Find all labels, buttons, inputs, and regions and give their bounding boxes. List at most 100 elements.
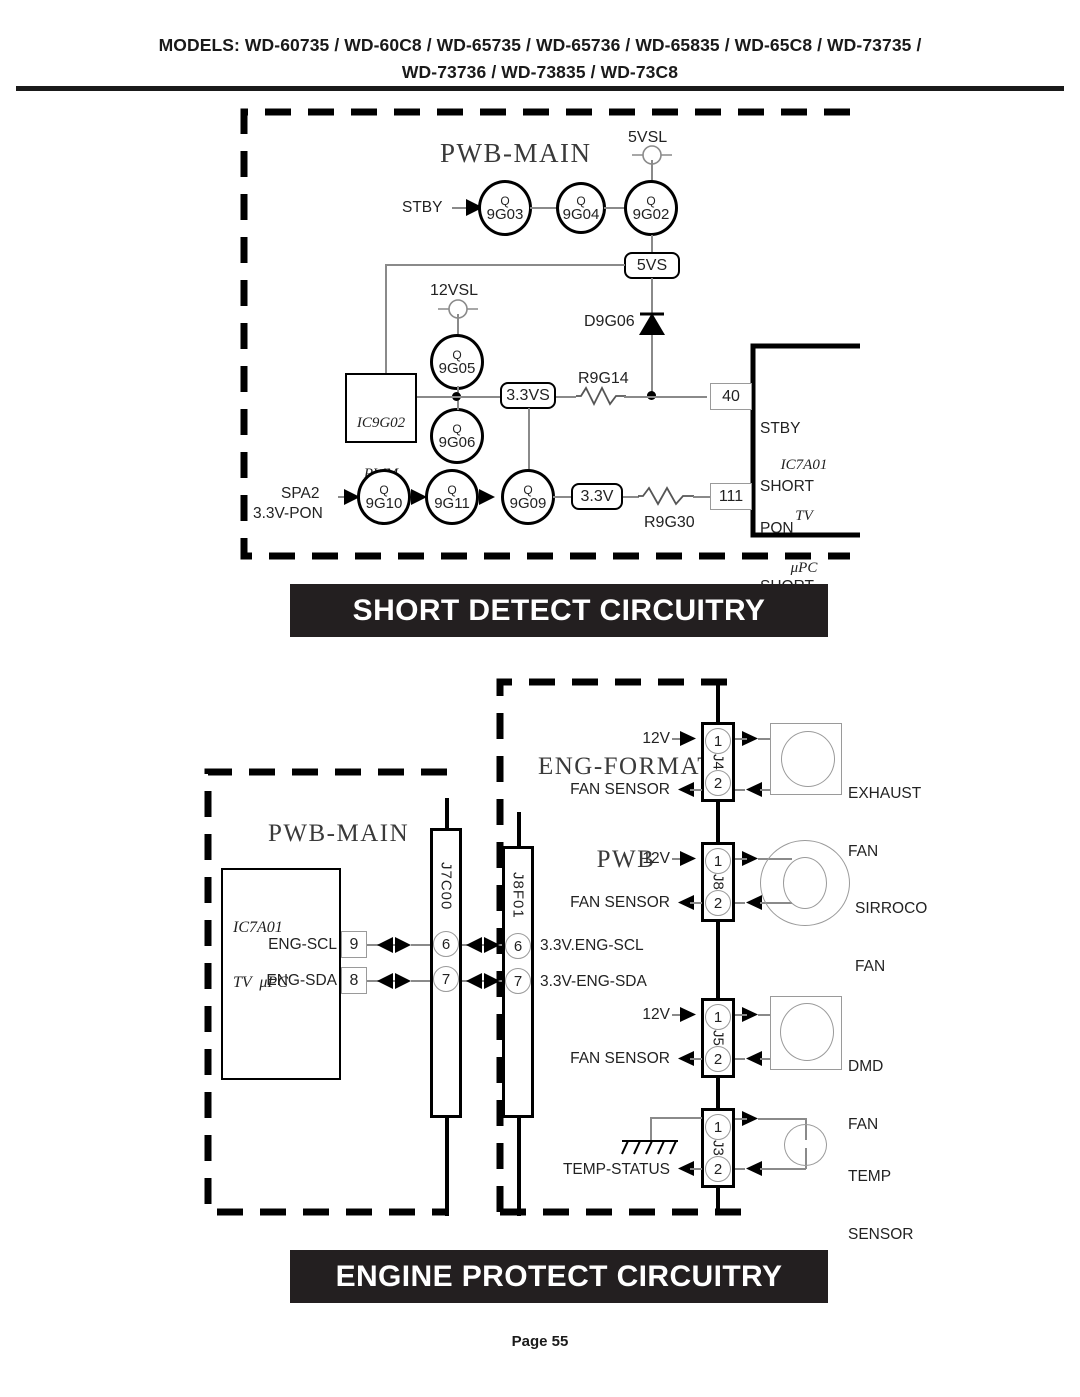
label-12v-j4: 12V: [642, 730, 670, 747]
connector-j8-pin-7-number: 7: [513, 972, 523, 990]
net-label-5vs: 5VS: [624, 252, 680, 279]
connector-j7-pin-6-number: 6: [441, 935, 451, 953]
transistor-ref: 9G05: [438, 359, 476, 377]
wire-dmd-sense: [735, 1058, 745, 1060]
transistor-q9g09: Q 9G09: [501, 469, 555, 525]
page-number: Page 55: [511, 1333, 569, 1350]
sirroco-fan-line2: FAN: [855, 957, 886, 975]
transistor-q9g04: Q 9G04: [556, 182, 606, 234]
connector-j7c00-name: J7C00: [437, 831, 455, 927]
wire-node-to-pin40: [651, 396, 707, 398]
wire-r9g30-to-pin111: [693, 496, 711, 498]
wire-j4-pwr-to-fan: [758, 738, 770, 740]
transistor-ref: 9G10: [365, 494, 403, 512]
connector-j8fan-pin-2-number: 2: [713, 894, 723, 912]
label-fan-sensor-j4: FAN SENSOR: [570, 781, 670, 798]
connector-j8fan-pin-2: 2: [705, 890, 731, 916]
input-pon-label: 3.3V-PON: [253, 505, 323, 522]
arrow-12v-j4-icon: [680, 731, 696, 746]
wire-eng-scl-b: [411, 944, 431, 946]
resistor-r9g14-icon: [576, 385, 626, 407]
transistor-ref: 9G04: [562, 205, 600, 223]
bus-device-column-top: [716, 682, 720, 722]
connector-j3-text: J3: [709, 1140, 727, 1156]
transistor-type: Q: [576, 193, 586, 208]
exhaust-fan-rotor-icon: [781, 731, 835, 787]
transistor-ref: 9G09: [509, 494, 547, 512]
arrow-12v-j5-icon: [680, 1007, 696, 1022]
bus-j8f01-top: [517, 812, 521, 846]
transistor-ref: 9G11: [434, 494, 470, 512]
ic-pin-eng-sda: 8: [341, 967, 367, 994]
connector-j8fan-pin-1-number: 1: [713, 852, 723, 870]
connector-j5-text: J5: [709, 1030, 727, 1046]
models-line-2: WD-73736 / WD-73835 / WD-73C8: [401, 62, 679, 83]
connector-j8f01-text: J8F01: [509, 871, 527, 919]
bidir-arrow-j7-j8-scl-icon: [466, 937, 500, 953]
wire-j3-pwr: [735, 1118, 747, 1120]
ic-pin-111: 111: [710, 483, 752, 510]
temp-sensor-line1: TEMP: [848, 1167, 892, 1185]
resistor-r9g30-icon: [638, 486, 694, 506]
ic-pin-eng-scl: 9: [341, 931, 367, 958]
input-spa2-label: SPA2: [281, 485, 320, 502]
wire-5vs-left-run: [385, 264, 625, 266]
label-temp-status: TEMP-STATUS: [562, 1161, 670, 1178]
connector-j3: 1 J3 2: [701, 1108, 735, 1188]
bus-device-column-3: [716, 1078, 720, 1108]
connector-j4-text: J4: [709, 754, 727, 770]
net-label-33v: 3.3V: [571, 483, 623, 510]
bus-device-column-1: [716, 800, 720, 842]
connector-j3-name: J3: [709, 1140, 727, 1156]
connector-j8f01: J8F01 6 7: [502, 846, 534, 1118]
bus-j7-top: [445, 798, 449, 828]
wire-fan-sensor-j4: [690, 789, 702, 791]
wire-q9g03-q9g04: [530, 207, 558, 209]
wire-j4-to-exhaust: [735, 738, 747, 740]
ic7a01-engine-text: IC7A01 TV μPC: [233, 882, 343, 1029]
wire-j8fan-pwr: [735, 858, 747, 860]
transistor-type: Q: [646, 193, 656, 208]
connector-j8-pin-6: 6: [505, 933, 531, 959]
wire-fan-sensor-j5: [690, 1058, 702, 1060]
wire-temp-sense: [735, 1168, 745, 1170]
label-12v-j5: 12V: [642, 1006, 670, 1023]
wire-node-to-33vs: [457, 396, 502, 398]
connector-j8fan-text: J8: [709, 874, 727, 890]
transistor-q9g03: Q 9G03: [478, 180, 532, 236]
connector-j3-pin-2: 2: [705, 1156, 731, 1182]
dmd-fan-rotor-icon: [780, 1003, 834, 1061]
ic7a01-ref: IC7A01: [780, 456, 828, 473]
wire-fan-sensor-j8fan: [690, 902, 702, 904]
connector-j7c00-text: J7C00: [437, 861, 455, 911]
wire-33vs-to-r9g14: [556, 396, 576, 398]
transistor-type: Q: [500, 193, 510, 208]
temp-sensor-line2: SENSOR: [848, 1225, 914, 1243]
transistor-type: Q: [523, 482, 533, 497]
connector-j4: 1 J4 2: [701, 722, 735, 802]
sirroco-fan-line1: SIRROCO: [855, 899, 928, 917]
bidir-arrow-eng-sda-a-icon: [377, 973, 411, 989]
eng-format-title-line1: ENG-FORMAT: [537, 752, 715, 780]
net-33vs-text: 3.3VS: [506, 386, 550, 404]
connector-j7-pin-6: 6: [433, 931, 459, 957]
transistor-ref: 9G06: [438, 433, 476, 451]
ic-pin-40-number: 40: [722, 387, 740, 405]
wire-pwm-to-node: [417, 396, 457, 398]
connector-j8fan-pin-1: 1: [705, 848, 731, 874]
ic-pin-eng-scl-number: 9: [349, 935, 359, 953]
wire-q9g09-to-33v: [553, 496, 573, 498]
transistor-type: Q: [452, 347, 462, 362]
wire-q9g02-to-5vs: [651, 235, 653, 253]
connector-j8fan-name: J8: [709, 874, 727, 890]
transistor-q9g05: Q 9G05: [430, 334, 484, 390]
arrow-q9g11-q9g09-icon: [479, 489, 495, 505]
connector-j5-pin-1: 1: [705, 1004, 731, 1030]
exhaust-fan-line2: FAN: [848, 842, 879, 860]
bus-device-column-2: [716, 920, 720, 1000]
connector-j3-pin-1-number: 1: [713, 1118, 723, 1136]
bus-eng-format-top-run: [716, 682, 720, 686]
net-5vs-text: 5VS: [636, 256, 668, 274]
sirroco-fan-inner-icon: [783, 857, 827, 909]
transistor-q9g02: Q 9G02: [624, 180, 678, 236]
